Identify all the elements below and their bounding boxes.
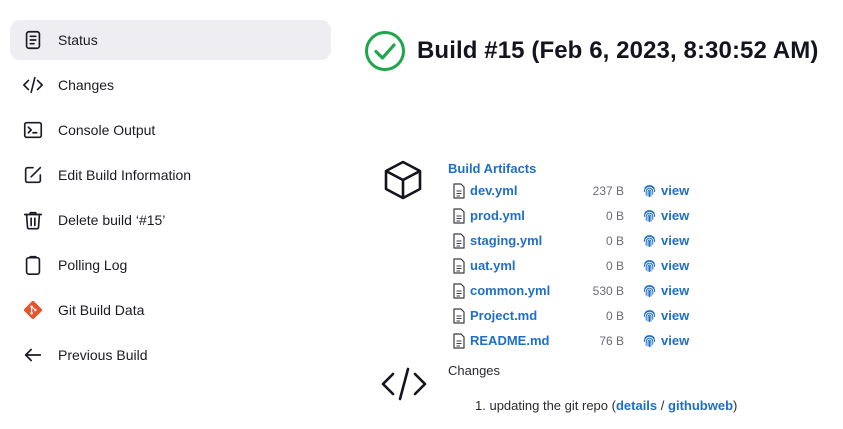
artifact-row: dev.yml 237 B view	[448, 178, 689, 203]
artifact-row: common.yml 530 B view	[448, 278, 689, 303]
artifact-size: 237 B	[592, 183, 624, 198]
sidebar-item-previous-build[interactable]: Previous Build	[10, 335, 331, 375]
sidebar-item-delete-build[interactable]: Delete build ‘#15’	[10, 200, 331, 240]
code-icon	[22, 74, 44, 96]
artifact-size: 0 B	[605, 233, 624, 248]
edit-icon	[22, 164, 44, 186]
fingerprint-icon	[643, 185, 656, 198]
sidebar-item-label: Git Build Data	[58, 302, 145, 318]
sidebar-item-git-build-data[interactable]: Git Build Data	[10, 290, 331, 330]
artifact-link[interactable]: dev.yml	[470, 183, 574, 198]
sidebar-item-label: Status	[58, 32, 98, 48]
file-icon	[453, 232, 465, 249]
fingerprint-icon	[643, 210, 656, 223]
fingerprint-icon	[643, 235, 656, 248]
sidebar-item-edit-build-information[interactable]: Edit Build Information	[10, 155, 331, 195]
artifact-size: 530 B	[592, 283, 624, 298]
sidebar-item-label: Console Output	[58, 122, 156, 138]
trash-icon	[22, 209, 44, 231]
artifact-size: 0 B	[605, 258, 624, 273]
file-icon	[453, 282, 465, 299]
artifact-size: 0 B	[605, 208, 624, 223]
sidebar-item-label: Polling Log	[58, 257, 128, 273]
fingerprint-icon	[643, 310, 656, 323]
artifact-row: uat.yml 0 B view	[448, 253, 689, 278]
view-fingerprint-link[interactable]: view	[661, 208, 689, 223]
view-fingerprint-link[interactable]: view	[661, 333, 689, 348]
artifact-size: 76 B	[599, 333, 624, 348]
change-githubweb-link[interactable]: githubweb	[668, 398, 733, 413]
sidebar: Status Changes Console Output Edit Build…	[10, 20, 331, 380]
fingerprint-icon	[643, 285, 656, 298]
artifact-link[interactable]: uat.yml	[470, 258, 574, 273]
view-fingerprint-link[interactable]: view	[661, 308, 689, 323]
artifact-link[interactable]: prod.yml	[470, 208, 574, 223]
build-artifacts: Build Artifacts dev.yml 237 Bview prod.yml…	[448, 160, 689, 353]
change-separator: /	[660, 398, 665, 413]
file-icon	[453, 182, 465, 199]
view-fingerprint-link[interactable]: view	[661, 258, 689, 273]
artifact-link[interactable]: README.md	[470, 333, 574, 348]
artifact-row: prod.yml 0 B view	[448, 203, 689, 228]
view-fingerprint-link[interactable]: view	[661, 283, 689, 298]
artifact-link[interactable]: Project.md	[470, 308, 574, 323]
page-title: Build #15 (Feb 6, 2023, 8:30:52 AM)	[417, 37, 819, 64]
file-icon	[453, 257, 465, 274]
sidebar-item-label: Changes	[58, 77, 115, 93]
code-icon	[381, 367, 427, 401]
changes-heading: Changes	[448, 363, 501, 378]
file-icon	[453, 207, 465, 224]
file-icon	[453, 332, 465, 349]
file-icon	[453, 307, 465, 324]
artifact-list: dev.yml 237 Bview prod.yml 0 Bview staging.y…	[448, 178, 689, 353]
change-details-link[interactable]: details	[616, 398, 657, 413]
artifact-row: Project.md 0 B view	[448, 303, 689, 328]
sidebar-item-status[interactable]: Status	[10, 20, 331, 60]
git-icon	[22, 299, 44, 321]
artifact-link[interactable]: common.yml	[470, 283, 574, 298]
change-number: 1.	[475, 398, 486, 413]
success-check-icon	[365, 31, 405, 71]
sidebar-item-console-output[interactable]: Console Output	[10, 110, 331, 150]
package-icon	[384, 160, 422, 200]
artifact-row: staging.yml 0 B view	[448, 228, 689, 253]
artifact-size: 0 B	[605, 308, 624, 323]
clipboard-icon	[22, 254, 44, 276]
build-artifacts-link[interactable]: Build Artifacts	[448, 160, 689, 178]
fingerprint-icon	[643, 260, 656, 273]
artifact-link[interactable]: staging.yml	[470, 233, 574, 248]
sidebar-item-label: Delete build ‘#15’	[58, 212, 166, 228]
terminal-icon	[22, 119, 44, 141]
fingerprint-icon	[643, 335, 656, 348]
document-icon	[22, 29, 44, 51]
view-fingerprint-link[interactable]: view	[661, 233, 689, 248]
change-text: updating the git repo	[489, 398, 609, 413]
arrow-left-icon	[22, 344, 44, 366]
sidebar-item-label: Previous Build	[58, 347, 148, 363]
change-item: 1. updating the git repo (details / gith…	[475, 398, 738, 413]
build-header: Build #15 (Feb 6, 2023, 8:30:52 AM)	[364, 30, 818, 72]
sidebar-item-label: Edit Build Information	[58, 167, 192, 183]
view-fingerprint-link[interactable]: view	[661, 183, 689, 198]
sidebar-item-polling-log[interactable]: Polling Log	[10, 245, 331, 285]
artifact-row: README.md 76 B view	[448, 328, 689, 353]
sidebar-item-changes[interactable]: Changes	[10, 65, 331, 105]
